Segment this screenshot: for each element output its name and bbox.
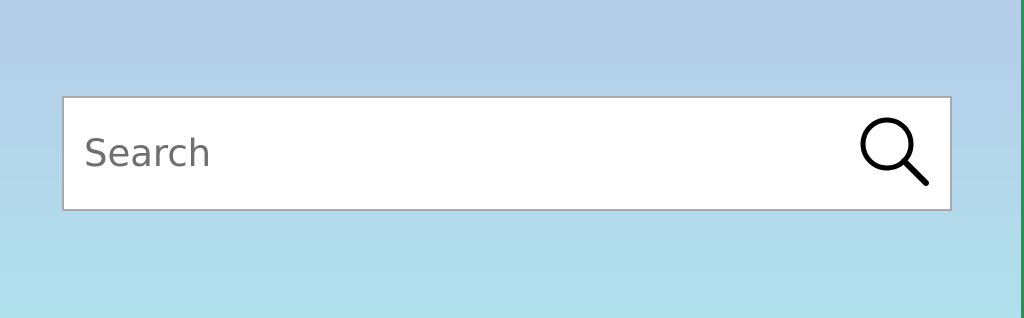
search-icon: [860, 117, 929, 186]
search-button[interactable]: [854, 114, 936, 194]
search-input[interactable]: [64, 98, 854, 209]
search-box: [62, 96, 952, 211]
